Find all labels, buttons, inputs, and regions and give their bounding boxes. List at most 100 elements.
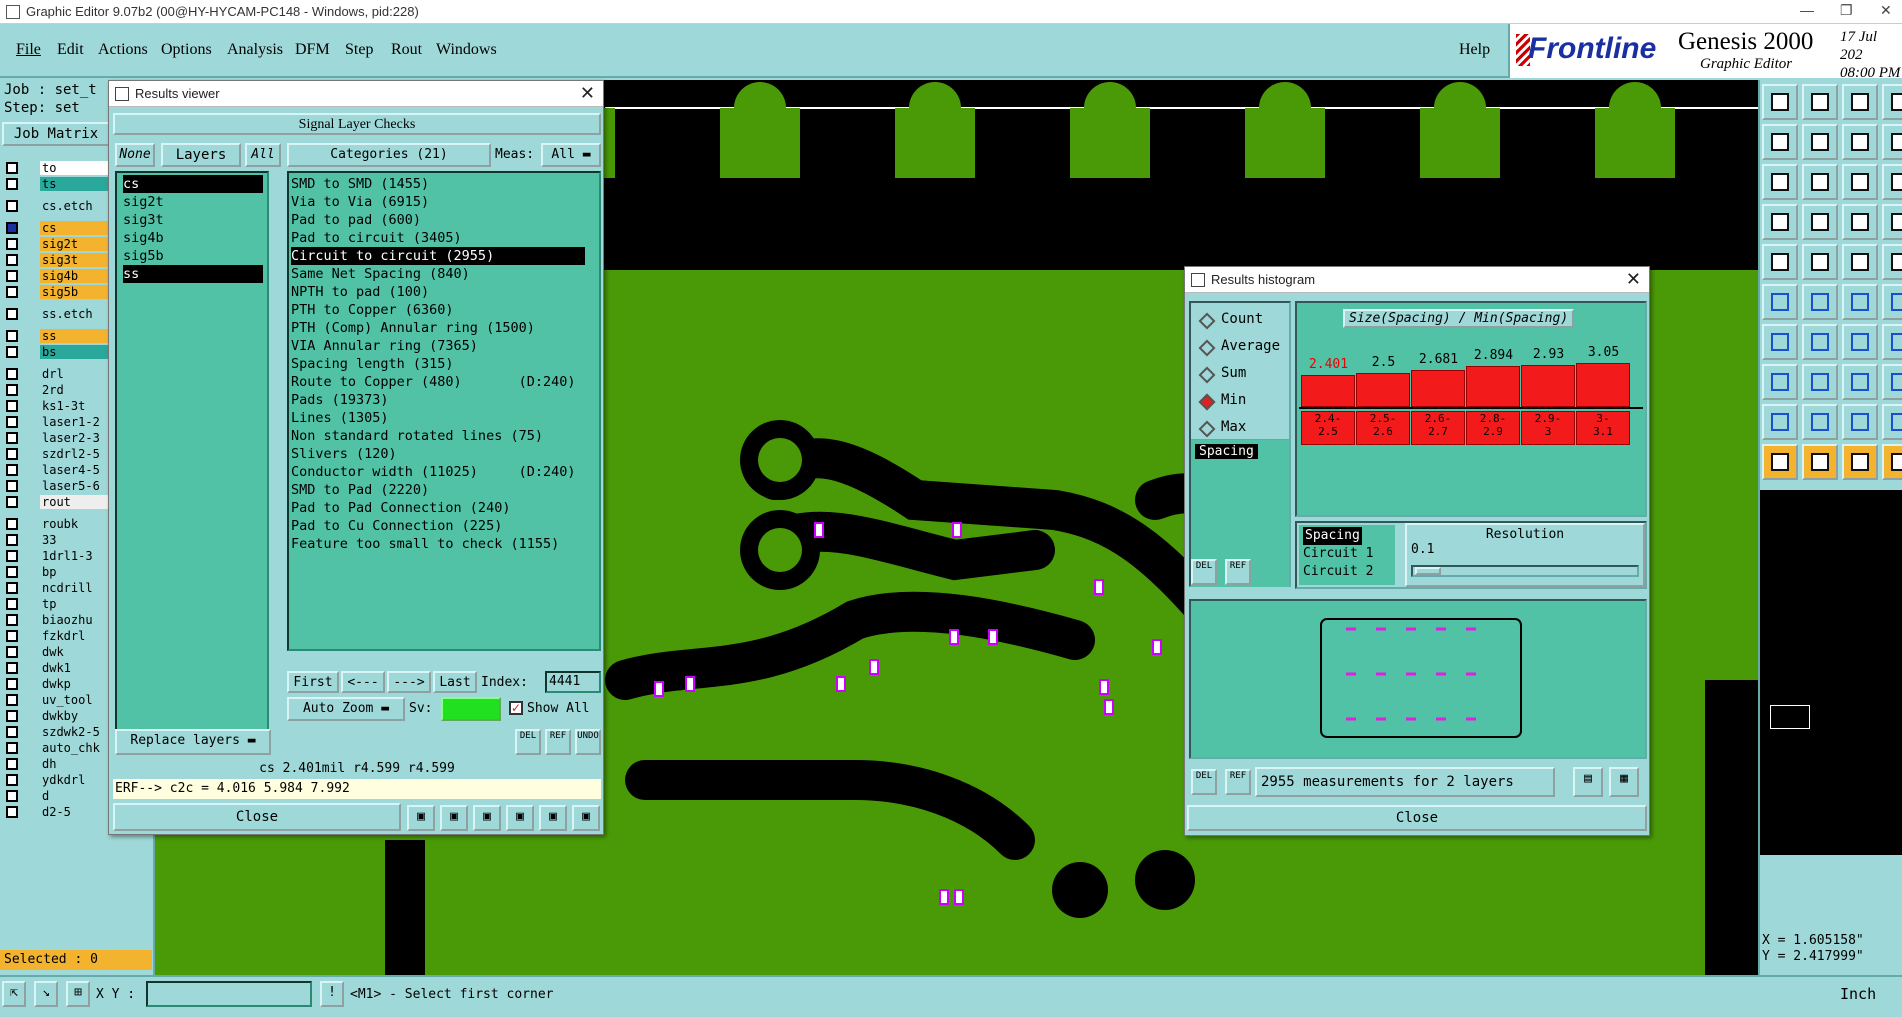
layer-name[interactable]: cs.etch: [40, 199, 110, 213]
layer-checkbox[interactable]: [6, 496, 18, 508]
layer-name[interactable]: dwkby: [40, 709, 110, 723]
undo-icon[interactable]: [1842, 124, 1878, 160]
layer-checkbox[interactable]: [6, 598, 18, 610]
layer-name[interactable]: sig2t: [40, 237, 110, 251]
category-item[interactable]: Non standard rotated lines (75): [291, 427, 543, 445]
layer-checkbox[interactable]: [6, 346, 18, 358]
category-item[interactable]: Feature too small to check (1155): [291, 535, 559, 553]
category-item[interactable]: SMD to SMD (1455): [291, 175, 429, 193]
preview-del-button[interactable]: DEL: [1191, 769, 1217, 795]
layer-name[interactable]: dwk: [40, 645, 110, 659]
layer-name[interactable]: tp: [40, 597, 110, 611]
layer-list-item[interactable]: cs: [123, 175, 263, 193]
category-item[interactable]: Same Net Spacing (840): [291, 265, 470, 283]
category-item[interactable]: Circuit to circuit (2955): [291, 247, 585, 265]
category-item[interactable]: PTH (Comp) Annular ring (1500): [291, 319, 535, 337]
layer-checkbox[interactable]: [6, 694, 18, 706]
layer-name[interactable]: dh: [40, 757, 110, 771]
layer-checkbox[interactable]: [6, 480, 18, 492]
minimize-icon[interactable]: —: [1800, 2, 1814, 18]
layer-checkbox[interactable]: [6, 270, 18, 282]
menu-file[interactable]: File: [16, 41, 41, 59]
units-label[interactable]: Inch: [1840, 985, 1876, 1003]
xy-input[interactable]: [146, 981, 312, 1007]
layer-name[interactable]: ss: [40, 329, 110, 343]
replace-layers-select[interactable]: Replace layers ▬: [115, 729, 271, 755]
show-all-checkbox[interactable]: ✓: [509, 701, 523, 715]
layer-checkbox[interactable]: [6, 742, 18, 754]
layer-checkbox[interactable]: [6, 582, 18, 594]
layer-name[interactable]: 33: [40, 533, 110, 547]
layer-name[interactable]: ts: [40, 177, 110, 191]
layer-name[interactable]: fzkdrl: [40, 629, 110, 643]
open-icon[interactable]: [1762, 84, 1798, 120]
layer-name[interactable]: szdrl2-5: [40, 447, 110, 461]
category-item[interactable]: Conductor width (11025) (D:240): [291, 463, 575, 481]
auto-zoom-select[interactable]: Auto Zoom ▬: [287, 697, 405, 721]
layer-checkbox[interactable]: [6, 630, 18, 642]
note-icon[interactable]: ▣: [539, 805, 567, 831]
layer-checkbox[interactable]: [6, 614, 18, 626]
snap-icon[interactable]: [1882, 204, 1902, 240]
layer-list-item[interactable]: ss: [123, 265, 263, 283]
line-icon[interactable]: [1802, 244, 1838, 280]
category-item[interactable]: Pad to Pad Connection (240): [291, 499, 510, 517]
menu-rout[interactable]: Rout: [391, 41, 422, 59]
ref-button[interactable]: REF: [545, 729, 571, 755]
menu-windows[interactable]: Windows: [436, 41, 497, 59]
layer-name[interactable]: laser2-3: [40, 431, 110, 445]
layer-name[interactable]: bs: [40, 345, 110, 359]
mirror-icon[interactable]: [1882, 364, 1902, 400]
layer-checkbox[interactable]: [6, 758, 18, 770]
route-icon[interactable]: [1882, 284, 1902, 320]
category-item[interactable]: Pad to circuit (3405): [291, 229, 462, 247]
category-item[interactable]: Pad to pad (600): [291, 211, 421, 229]
layer-list-item[interactable]: sig2t: [123, 193, 263, 211]
layer-checkbox[interactable]: [6, 646, 18, 658]
net-icon[interactable]: [1762, 284, 1798, 320]
histogram-bar[interactable]: [1411, 369, 1465, 407]
layer-name[interactable]: sig4b: [40, 269, 110, 283]
category-item[interactable]: Route to Copper (480) (D:240): [291, 373, 575, 391]
delete-icon[interactable]: [1802, 284, 1838, 320]
radio-sum[interactable]: [1198, 366, 1216, 384]
table-icon[interactable]: [1762, 204, 1798, 240]
layer-name[interactable]: dwk1: [40, 661, 110, 675]
histogram-bar[interactable]: [1356, 373, 1410, 407]
home-icon[interactable]: [1842, 84, 1878, 120]
del-button[interactable]: DEL: [515, 729, 541, 755]
layer-checkbox[interactable]: [6, 550, 18, 562]
layer-name[interactable]: uv_tool: [40, 693, 110, 707]
pointer-icon[interactable]: [1762, 444, 1798, 480]
bar-chart-icon[interactable]: ▣: [572, 805, 600, 831]
layer-name[interactable]: roubk: [40, 517, 110, 531]
last-button[interactable]: Last: [433, 671, 477, 693]
layer-name[interactable]: szdwk2-5: [40, 725, 110, 739]
field-list[interactable]: Spacing Circuit 1 Circuit 2: [1299, 525, 1395, 585]
close-icon[interactable]: ✕: [1626, 269, 1641, 290]
category-item[interactable]: NPTH to pad (100): [291, 283, 429, 301]
close-icon[interactable]: ✕: [580, 83, 595, 104]
chart-icon-button[interactable]: ▤: [1573, 767, 1603, 797]
layer-name[interactable]: sig5b: [40, 285, 110, 299]
close-icon[interactable]: ✕: [1880, 2, 1892, 19]
layer-tool-icon[interactable]: ▣: [407, 805, 435, 831]
categories-list[interactable]: SMD to SMD (1455) Via to Via (6915) Pad to…: [287, 171, 601, 651]
resolution-slider[interactable]: [1411, 565, 1639, 577]
menu-help[interactable]: Help: [1459, 41, 1490, 59]
select-tool-icon[interactable]: ⇱: [2, 981, 26, 1007]
job-matrix-button[interactable]: Job Matrix: [2, 122, 110, 146]
connect-icon[interactable]: [1842, 284, 1878, 320]
layer-list-item[interactable]: sig5b: [123, 247, 263, 265]
layer-checkbox[interactable]: [6, 464, 18, 476]
menu-analysis[interactable]: Analysis: [227, 41, 283, 59]
layer-checkbox[interactable]: [6, 726, 18, 738]
layers-icon[interactable]: [1882, 84, 1902, 120]
export-icon-button[interactable]: ▦: [1609, 767, 1639, 797]
scale-icon[interactable]: [1882, 124, 1902, 160]
rotate-icon[interactable]: [1842, 444, 1878, 480]
drag-icon[interactable]: [1882, 444, 1902, 480]
layer-checkbox[interactable]: [6, 432, 18, 444]
menu-actions[interactable]: Actions: [98, 41, 148, 59]
layer-checkbox[interactable]: [6, 518, 18, 530]
